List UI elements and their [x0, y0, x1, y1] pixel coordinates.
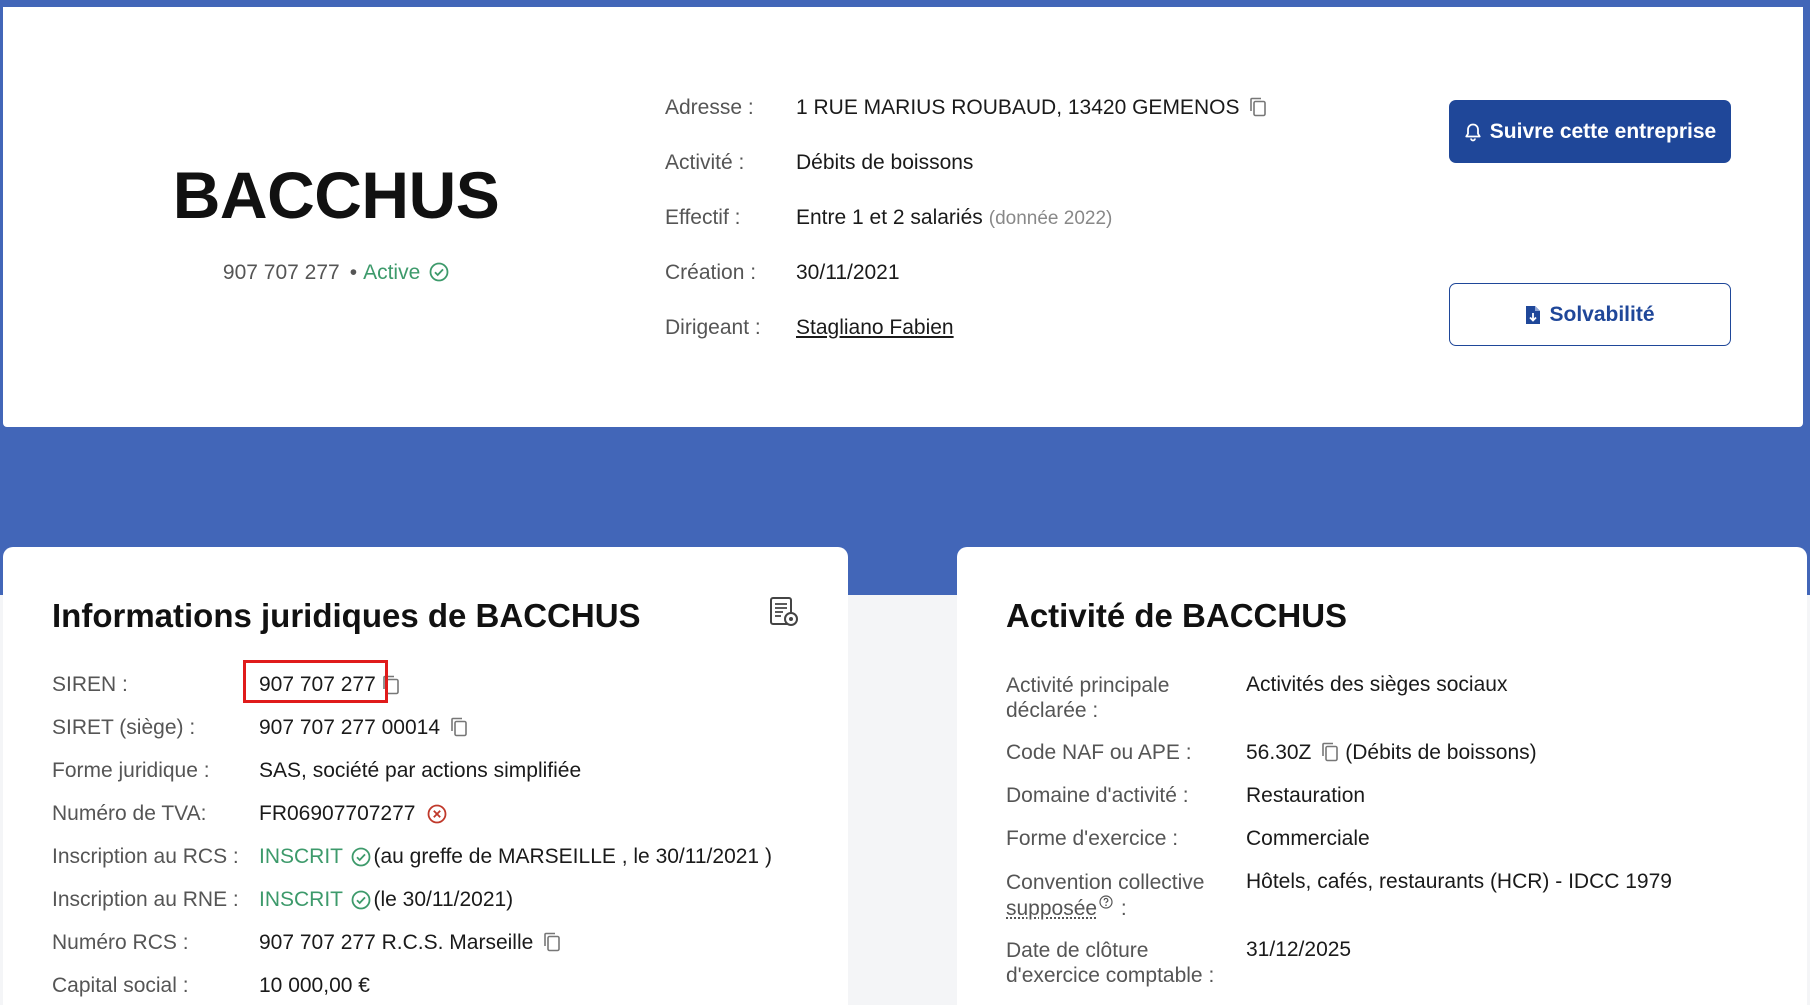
solvency-button-label: Solvabilité — [1549, 302, 1655, 326]
naf-code: 56.30Z — [1246, 741, 1312, 764]
main-activity-label-line2: déclarée : — [1006, 699, 1099, 722]
siren-highlight-box — [243, 660, 388, 703]
copy-icon[interactable] — [1321, 742, 1339, 762]
activity-section-title: Activité de BACCHUS — [1006, 597, 1348, 634]
rcs-value: INSCRIT (au greffe de MARSEILLE , le 30/… — [259, 845, 772, 869]
naf-value: 56.30Z (Débits de boissons) — [1246, 741, 1537, 765]
address-value: 1 RUE MARIUS ROUBAUD, 13420 GEMENOS — [796, 96, 1267, 120]
address-label: Adresse : — [665, 96, 754, 119]
convention-label-colon: : — [1120, 897, 1127, 920]
copy-icon[interactable] — [450, 717, 468, 737]
director-label: Dirigeant : — [665, 316, 761, 339]
vat-value: FR06907707277 — [259, 802, 447, 826]
company-name: BACCHUS — [172, 158, 500, 232]
company-subtitle: 907 707 277 • Active — [3, 261, 669, 285]
staff-value: Entre 1 et 2 salariés (donnée 2022) — [796, 206, 1112, 230]
vat-label: Numéro de TVA: — [52, 802, 207, 825]
check-circle-icon — [352, 847, 371, 867]
staff-label: Effectif : — [665, 206, 741, 229]
closing-label-line1: Date de clôture — [1006, 939, 1149, 962]
staff-note: (donnée 2022) — [988, 208, 1113, 229]
domain-label: Domaine d'activité : — [1006, 784, 1189, 807]
legal-form-value: SAS, société par actions simplifiée — [259, 759, 582, 782]
main-activity-label: Activité principale déclarée : — [1006, 673, 1169, 723]
address-text: 1 RUE MARIUS ROUBAUD, 13420 GEMENOS — [796, 96, 1240, 119]
help-circle-icon[interactable] — [1099, 895, 1113, 909]
vat-text: FR06907707277 — [259, 802, 416, 825]
siret-value: 907 707 277 00014 — [259, 716, 468, 740]
copy-icon[interactable] — [1249, 97, 1267, 117]
naf-label: Code NAF ou APE : — [1006, 741, 1192, 764]
follow-button-label: Suivre cette entreprise — [1489, 119, 1717, 143]
siret-label: SIRET (siège) : — [52, 716, 196, 739]
company-header-card: BACCHUS 907 707 277 • Active Adresse : 1 R… — [3, 7, 1803, 427]
rne-status: INSCRIT — [259, 888, 343, 911]
rcs-status: INSCRIT — [259, 845, 343, 868]
domain-value: Restauration — [1246, 784, 1366, 807]
rcs-label: Inscription au RCS : — [52, 845, 239, 868]
closing-label-line2: d'exercice comptable : — [1006, 964, 1215, 987]
convention-value: Hôtels, cafés, restaurants (HCR) - IDCC … — [1246, 870, 1672, 893]
rne-detail: (le 30/11/2021) — [373, 888, 514, 911]
closing-value: 31/12/2025 — [1246, 938, 1352, 961]
solvency-button[interactable]: Solvabilité — [1449, 283, 1731, 346]
error-circle-icon — [427, 804, 447, 824]
company-siren: 907 707 277 — [222, 261, 340, 284]
separator-dot: • — [349, 261, 358, 284]
copy-icon[interactable] — [543, 932, 561, 952]
convention-tooltip-link[interactable]: supposée — [1006, 897, 1097, 920]
siret-text: 907 707 277 00014 — [259, 716, 441, 739]
capital-value: 10 000,00 € — [259, 974, 370, 997]
check-circle-icon — [429, 262, 449, 282]
naf-description: (Débits de boissons) — [1345, 741, 1537, 764]
file-download-icon — [1526, 305, 1541, 324]
main-activity-label-line1: Activité principale — [1006, 674, 1170, 697]
capital-label: Capital social : — [52, 974, 189, 997]
exercise-value: Commerciale — [1246, 827, 1370, 850]
director-link[interactable]: Stagliano Fabien — [796, 316, 954, 340]
status-badge: Active — [363, 261, 421, 284]
exercise-label: Forme d'exercice : — [1006, 827, 1179, 850]
rne-label: Inscription au RNE : — [52, 888, 239, 911]
staff-text: Entre 1 et 2 salariés — [796, 206, 983, 229]
rcs-detail: (au greffe de MARSEILLE , le 30/11/2021 … — [373, 845, 772, 868]
rcs-number-label: Numéro RCS : — [52, 931, 189, 954]
legal-form-label: Forme juridique : — [52, 759, 210, 782]
document-settings-icon[interactable] — [768, 596, 800, 630]
rcs-number-value: 907 707 277 R.C.S. Marseille — [259, 931, 561, 955]
check-circle-icon — [352, 890, 371, 910]
activity-value: Débits de boissons — [796, 151, 974, 174]
legal-section-title: Informations juridiques de BACCHUS — [52, 597, 641, 634]
rne-value: INSCRIT (le 30/11/2021) — [259, 888, 513, 912]
rcs-number-text: 907 707 277 R.C.S. Marseille — [259, 931, 534, 954]
bell-icon — [1465, 123, 1481, 141]
closing-label: Date de clôture d'exercice comptable : — [1006, 938, 1214, 988]
activity-label: Activité : — [665, 151, 745, 174]
main-activity-value: Activités des sièges sociaux — [1246, 673, 1508, 696]
follow-company-button[interactable]: Suivre cette entreprise — [1449, 100, 1731, 163]
siren-label: SIREN : — [52, 673, 128, 696]
creation-value: 30/11/2021 — [796, 261, 900, 284]
convention-label: Convention collective supposée : — [1006, 870, 1204, 921]
convention-label-line1: Convention collective — [1006, 871, 1205, 894]
creation-label: Création : — [665, 261, 757, 284]
